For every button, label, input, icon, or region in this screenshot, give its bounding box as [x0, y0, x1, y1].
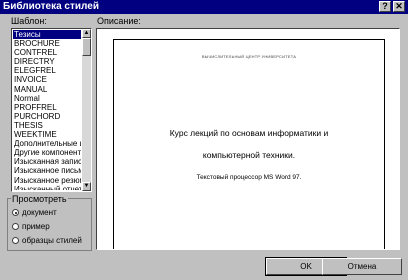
template-list-item[interactable]: THESIS — [13, 121, 81, 130]
view-group-label: Просмотреть — [11, 194, 68, 204]
template-scrollbar[interactable]: ▲ ▼ — [82, 29, 91, 191]
template-list-item[interactable]: BROCHURE — [13, 39, 81, 48]
template-list-item[interactable]: WEEKTIME — [13, 130, 81, 139]
radio-document-label: документ — [22, 208, 57, 217]
dialog-title: Библиотека стилей — [3, 1, 99, 12]
page-title-line2: компьютерной техники. — [202, 150, 296, 160]
radio-document[interactable] — [12, 209, 19, 216]
template-list-item[interactable]: Дополнительные ш — [13, 139, 81, 148]
radio-style-samples-label: образцы стилей — [22, 236, 82, 245]
template-list-item[interactable]: Другие компоненты — [13, 148, 81, 157]
template-list-item[interactable]: Изысканная записк — [13, 157, 81, 166]
scroll-up-button[interactable]: ▲ — [82, 29, 91, 38]
template-list-item[interactable]: CONTFREL — [13, 48, 81, 57]
style-gallery-dialog: Библиотека стилей ? ✕ Шаблон: Описание: … — [0, 0, 408, 280]
template-list-item[interactable]: MANUAL — [13, 85, 81, 94]
template-list-item[interactable]: Normal — [13, 94, 81, 103]
preview-page: ВЫЧИСЛИТЕЛЬНЫЙ ЦЕНТР УНИВЕРСИТЕТА Курс л… — [113, 39, 385, 249]
preview-label: Описание: — [97, 16, 141, 26]
cancel-button[interactable]: Отмена — [322, 258, 402, 275]
radio-style-samples[interactable] — [12, 237, 19, 244]
scroll-down-button[interactable]: ▼ — [82, 182, 91, 191]
radio-sample-label: пример — [22, 222, 50, 231]
template-list-item[interactable]: PURCHORD — [13, 112, 81, 121]
radio-sample[interactable] — [12, 223, 19, 230]
page-title-line1: Курс лекций по основам информатики и — [169, 128, 329, 138]
template-list-item[interactable]: PROFFREL — [13, 103, 81, 112]
page-subtitle: Текстовый процессор MS Word 97. — [196, 174, 302, 181]
template-list-item[interactable]: Изысканный отчет — [13, 185, 81, 190]
help-button[interactable]: ? — [379, 1, 391, 12]
template-list[interactable]: Тезисы BROCHURE CONTFREL DIRECTRY ELEGFREL IN… — [13, 30, 81, 190]
title-bar: Библиотека стилей ? ✕ — [0, 0, 408, 14]
template-list-item[interactable]: Изысканное резюм — [13, 176, 81, 185]
template-list-item[interactable]: INVOICE — [13, 75, 81, 84]
close-button[interactable]: ✕ — [393, 1, 405, 12]
template-label: Шаблон: — [11, 16, 47, 26]
page-header-text: ВЫЧИСЛИТЕЛЬНЫЙ ЦЕНТР УНИВЕРСИТЕТА — [201, 54, 297, 59]
template-list-item[interactable]: Изысканное письмо — [13, 166, 81, 175]
scroll-thumb[interactable] — [82, 38, 91, 56]
template-list-item[interactable]: DIRECTRY — [13, 57, 81, 66]
template-list-item[interactable]: Тезисы — [13, 30, 81, 40]
template-list-item[interactable]: ELEGFREL — [13, 66, 81, 75]
template-listbox[interactable]: Тезисы BROCHURE CONTFREL DIRECTRY ELEGFREL IN… — [11, 28, 92, 192]
preview-pane: ВЫЧИСЛИТЕЛЬНЫЙ ЦЕНТР УНИВЕРСИТЕТА Курс л… — [96, 28, 400, 250]
